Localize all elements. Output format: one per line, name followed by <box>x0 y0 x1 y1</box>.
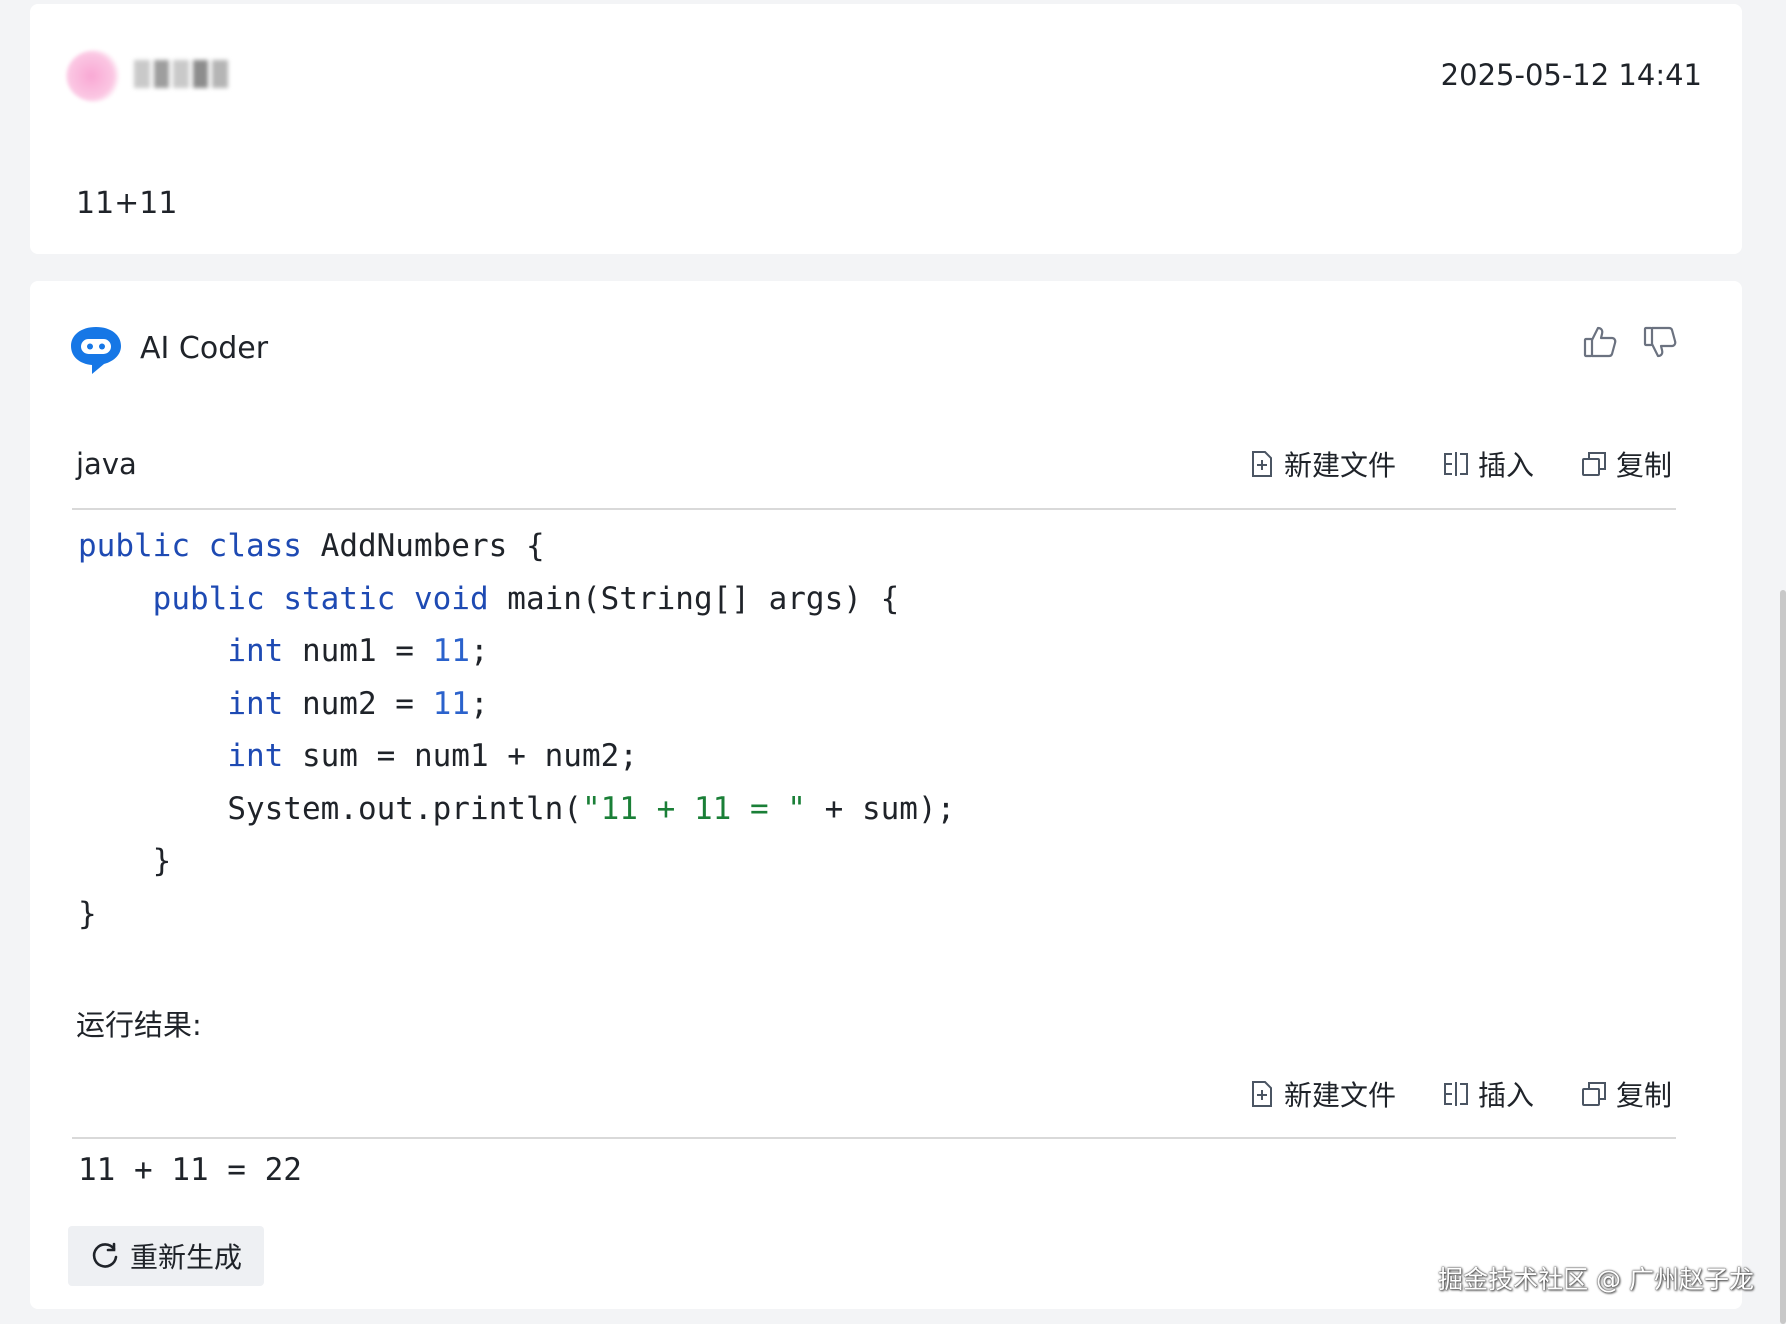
bot-name: AI Coder <box>140 331 269 366</box>
code-language-label: java <box>76 447 137 481</box>
code-line: int num1 = 11; <box>227 633 489 669</box>
user-avatar <box>66 50 122 102</box>
watermark: 掘金技术社区 @ 广州赵子龙 <box>1438 1265 1754 1294</box>
code-line: public static void main(String[] args) { <box>152 580 900 617</box>
result-label: 运行结果: <box>76 1008 202 1042</box>
user-message-text: 11+11 <box>76 186 178 221</box>
code-block: public class AddNumbers { public static … <box>78 520 955 940</box>
output-toolbar: 新建文件 插入 复制 <box>1248 1074 1672 1114</box>
copy-icon <box>1581 452 1606 476</box>
code-line: public class AddNumbers { <box>78 528 545 564</box>
file-plus-icon <box>1251 451 1272 477</box>
insert-label: 插入 <box>1477 1079 1534 1112</box>
new-file-label: 新建文件 <box>1283 1079 1396 1112</box>
copy-label: 复制 <box>1615 449 1672 482</box>
code-toolbar: 新建文件 插入 复制 <box>1248 444 1672 484</box>
output-new-file-button[interactable]: 新建文件 <box>1248 1074 1396 1114</box>
code-line: } <box>78 895 97 932</box>
copy-button[interactable]: 复制 <box>1580 444 1672 484</box>
file-plus-icon <box>1251 1081 1272 1107</box>
code-line: System.out.println("11 + 11 = " + sum); <box>227 790 956 827</box>
insert-button[interactable]: 插入 <box>1442 444 1534 484</box>
scrollbar[interactable] <box>1780 590 1786 1324</box>
new-file-label: 新建文件 <box>1283 449 1396 482</box>
user-message-card <box>30 4 1742 254</box>
copy-label: 复制 <box>1615 1079 1672 1112</box>
code-line: int num2 = 11; <box>227 685 489 722</box>
chat-bubble-bot-icon <box>71 327 121 374</box>
output-copy-button[interactable]: 复制 <box>1580 1074 1672 1114</box>
run-output: 11 + 11 = 22 <box>78 1152 302 1188</box>
thumbs-down-icon[interactable] <box>1642 324 1678 360</box>
code-line: int sum = num1 + num2; <box>227 738 638 774</box>
insert-label: 插入 <box>1477 449 1534 482</box>
user-name-blurred <box>134 60 228 88</box>
code-line: } <box>78 843 172 879</box>
regenerate-button[interactable]: 重新生成 <box>68 1226 264 1286</box>
thumbs-up-icon[interactable] <box>1582 324 1618 360</box>
message-timestamp: 2025-05-12 14:41 <box>1440 58 1702 92</box>
insert-icon <box>1443 452 1468 476</box>
insert-icon <box>1443 1082 1468 1106</box>
output-insert-button[interactable]: 插入 <box>1442 1074 1534 1114</box>
code-header-divider <box>72 508 1676 510</box>
refresh-icon <box>92 1242 118 1268</box>
regenerate-label: 重新生成 <box>129 1241 242 1274</box>
copy-icon <box>1581 1082 1606 1106</box>
output-header-divider <box>72 1137 1676 1139</box>
new-file-button[interactable]: 新建文件 <box>1248 444 1396 484</box>
